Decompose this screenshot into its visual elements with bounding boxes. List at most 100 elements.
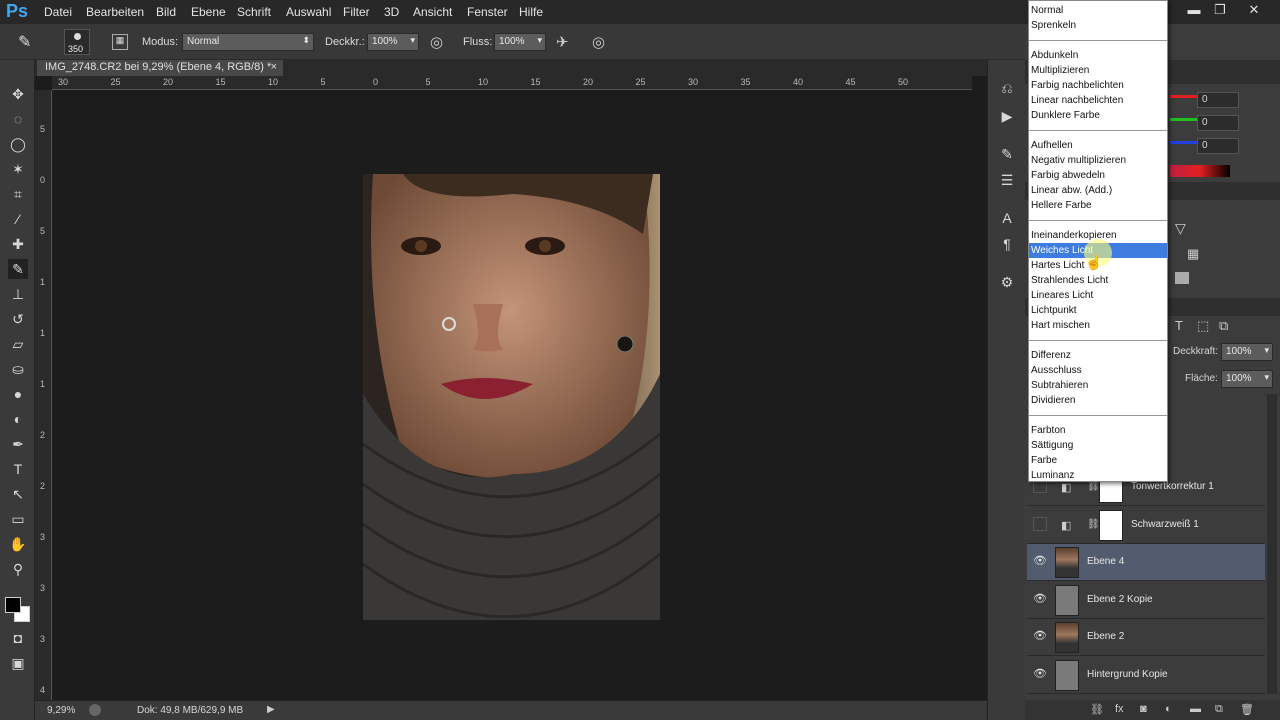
blend-mode-option[interactable]: Lichtpunkt (1029, 303, 1167, 318)
magic-wand-icon[interactable]: ✶ (8, 159, 28, 179)
dodge-tool-icon[interactable]: ◐ (8, 409, 28, 429)
canvas-area[interactable] (52, 91, 972, 700)
menu-datei[interactable]: Datei (44, 5, 72, 19)
blend-mode-option[interactable]: Differenz (1029, 348, 1167, 363)
shape-layer-filter-icon[interactable]: ⬚ (1197, 318, 1209, 334)
triangle-icon[interactable]: ▽ (1175, 220, 1186, 237)
zoom-level[interactable]: 9,29% (47, 705, 75, 716)
blend-mode-option[interactable]: Sprenkeln (1029, 18, 1167, 33)
chain-link-icon[interactable]: ⛓ (1087, 519, 1100, 530)
blend-mode-option[interactable]: Multiplizieren (1029, 63, 1167, 78)
actions-panel-icon[interactable]: ▶ (997, 108, 1017, 128)
visibility-eye-icon[interactable] (1033, 516, 1047, 531)
blue-value[interactable]: 0 (1197, 138, 1239, 154)
new-layer-icon[interactable]: ⧉ (1215, 703, 1223, 716)
status-icon[interactable] (89, 704, 101, 716)
green-value[interactable]: 0 (1197, 115, 1239, 131)
visibility-eye-icon[interactable]: 👁 (1033, 592, 1047, 606)
quick-mask-icon[interactable]: ◘ (8, 628, 28, 648)
menu-schrift[interactable]: Schrift (237, 5, 271, 19)
add-mask-icon[interactable]: ◙ (1140, 703, 1147, 715)
blend-mode-option[interactable]: Strahlendes Licht (1029, 273, 1167, 288)
layer-thumbnail[interactable] (1055, 547, 1079, 578)
menu-auswahl[interactable]: Auswahl (286, 5, 331, 19)
pen-tool-icon[interactable]: ✒ (8, 434, 28, 454)
portrait-photo[interactable] (363, 174, 660, 620)
blend-mode-option[interactable]: Farbe (1029, 453, 1167, 468)
history-brush-icon[interactable]: ↺ (8, 309, 28, 329)
menu-bearbeiten[interactable]: Bearbeiten (86, 5, 144, 19)
blend-mode-option[interactable]: Sättigung (1029, 438, 1167, 453)
pressure-size-icon[interactable]: ◎ (592, 33, 605, 51)
character-panel-icon[interactable]: A (997, 210, 1017, 230)
restore-button[interactable]: ❐ (1209, 2, 1231, 18)
red-value[interactable]: 0 (1197, 92, 1239, 108)
layer-mask-thumbnail[interactable] (1099, 509, 1123, 541)
layer-row[interactable]: 👁 Ebene 4 (1027, 544, 1265, 581)
blend-mode-option[interactable]: Linear nachbelichten (1029, 93, 1167, 108)
brush-preset-picker[interactable]: 350 (64, 29, 90, 55)
fluss-input[interactable]: 100% ▾ (494, 33, 546, 51)
blend-mode-option[interactable]: Hart mischen (1029, 318, 1167, 333)
type-tool-icon[interactable]: T (8, 459, 28, 479)
blend-mode-option[interactable]: Abdunkeln (1029, 48, 1167, 63)
layers-scrollbar[interactable] (1267, 394, 1277, 694)
layer-thumbnail[interactable] (1055, 622, 1079, 653)
move-tool-icon[interactable]: ✥ (8, 84, 28, 104)
blend-mode-option[interactable]: Farbig nachbelichten (1029, 78, 1167, 93)
eraser-icon[interactable]: ▱ (8, 334, 28, 354)
minimize-button[interactable]: ▬ (1183, 2, 1205, 18)
fill-input[interactable]: 100% ▾ (1221, 370, 1273, 388)
play-arrow-icon[interactable]: ▶ (267, 704, 275, 715)
menu-3d[interactable]: 3D (384, 5, 399, 19)
layer-row[interactable]: 👁 Ebene 2 Kopie (1027, 581, 1265, 619)
blur-tool-icon[interactable]: ● (8, 384, 28, 404)
visibility-eye-icon[interactable]: 👁 (1033, 629, 1047, 643)
brush-presets-icon[interactable]: ✎ (997, 146, 1017, 166)
menu-filter[interactable]: Filter (343, 5, 370, 19)
eyedropper-icon[interactable]: ⁄ (8, 209, 28, 229)
path-selection-icon[interactable]: ↖ (8, 484, 28, 504)
menu-ansicht[interactable]: Ansicht (413, 5, 452, 19)
adjustments-icon[interactable]: ☰ (997, 172, 1017, 192)
blend-mode-option[interactable]: Luminanz (1029, 468, 1167, 483)
zoom-tool-icon[interactable]: ⚲ (8, 559, 28, 579)
gradient-map-icon[interactable] (1175, 272, 1189, 284)
paint-bucket-icon[interactable]: ⛀ (8, 359, 28, 379)
smart-object-filter-icon[interactable]: ⧉ (1219, 318, 1228, 334)
rectangle-tool-icon[interactable]: ▭ (8, 509, 28, 529)
blend-mode-option[interactable]: Farbig abwedeln (1029, 168, 1167, 183)
menu-ebene[interactable]: Ebene (191, 5, 226, 19)
visibility-eye-icon[interactable]: 👁 (1033, 667, 1047, 681)
layer-thumbnail[interactable] (1055, 659, 1079, 691)
healing-brush-icon[interactable]: ✚ (8, 234, 28, 254)
group-folder-icon[interactable]: ▬ (1190, 703, 1201, 715)
layer-row[interactable]: ◧ ⛓ Schwarzweiß 1 (1027, 506, 1265, 544)
brush-tool-icon[interactable]: ✎ (8, 259, 28, 279)
pressure-opacity-icon[interactable]: ◎ (430, 33, 443, 51)
lasso-tool-icon[interactable]: ◯ (8, 134, 28, 154)
color-ramp[interactable] (1170, 165, 1230, 177)
layer-thumbnail[interactable] (1055, 584, 1079, 616)
blend-mode-option[interactable]: Dividieren (1029, 393, 1167, 408)
3d-panel-icon[interactable]: ⚙ (997, 274, 1017, 294)
clone-stamp-icon[interactable]: ⊥ (8, 284, 28, 304)
blend-mode-option[interactable]: Ausschluss (1029, 363, 1167, 378)
fx-icon[interactable]: fx (1115, 703, 1124, 715)
blend-mode-option[interactable]: Hellere Farbe (1029, 198, 1167, 213)
blend-mode-option[interactable]: Negativ multiplizieren (1029, 153, 1167, 168)
link-layers-icon[interactable]: ⛓ (1090, 703, 1104, 716)
blend-mode-option[interactable]: Linear abw. (Add.) (1029, 183, 1167, 198)
grid-icon[interactable]: ▦ (1187, 246, 1199, 262)
blend-mode-option[interactable]: Aufhellen (1029, 138, 1167, 153)
hand-tool-icon[interactable]: ✋ (8, 534, 28, 554)
brush-tool-icon[interactable]: ✎ (18, 32, 44, 52)
foreground-color-swatch[interactable] (5, 597, 21, 613)
layer-row[interactable]: 👁 Hintergrund Kopie (1027, 656, 1265, 694)
paragraph-panel-icon[interactable]: ¶ (997, 236, 1017, 256)
menu-fenster[interactable]: Fenster (467, 5, 508, 19)
blend-mode-option[interactable]: Lineares Licht (1029, 288, 1167, 303)
menu-bild[interactable]: Bild (156, 5, 176, 19)
blend-mode-option[interactable]: Farbton (1029, 423, 1167, 438)
blend-mode-option[interactable]: Normal (1029, 3, 1167, 18)
